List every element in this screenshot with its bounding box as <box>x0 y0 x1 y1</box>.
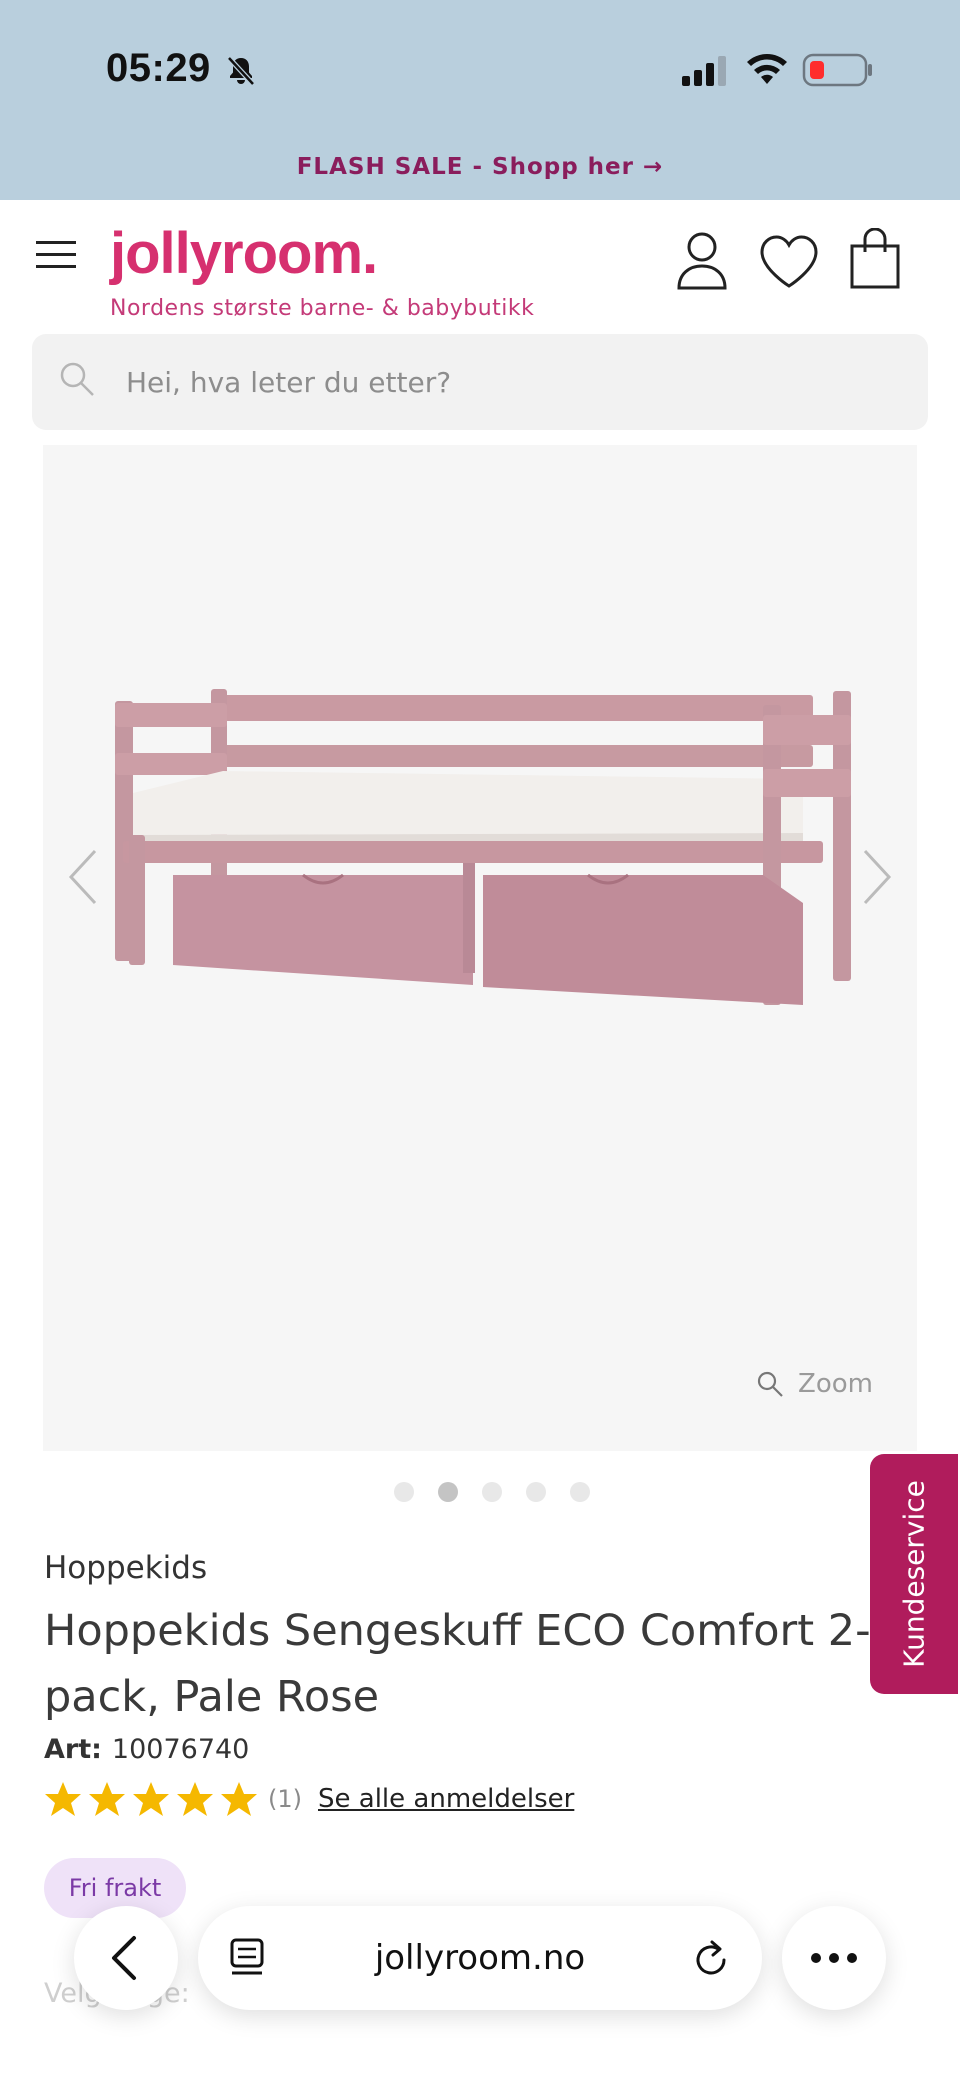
search-icon <box>60 362 94 396</box>
reload-icon[interactable] <box>692 1936 732 1980</box>
customer-service-label: Kundeservice <box>897 1480 931 1668</box>
star-icon <box>221 1782 257 1816</box>
address-bar[interactable]: jollyroom.no <box>198 1906 762 2010</box>
article-number-label: Art: <box>44 1734 102 1765</box>
product-image-gallery[interactable]: Zoom <box>43 445 917 1451</box>
star-icon <box>45 1782 81 1816</box>
signal-icon <box>682 56 726 86</box>
more-options-button[interactable] <box>782 1906 886 2010</box>
flash-sale-link[interactable]: FLASH SALE - Shopp her → <box>0 154 960 180</box>
rating-count: (1) <box>268 1785 302 1813</box>
rating-row: (1) Se alle anmeldelser <box>44 1780 574 1818</box>
star-icon <box>133 1782 169 1816</box>
status-time: 05:29 <box>106 46 211 90</box>
top-area: 05:29 FLASH SALE - Shopp her → <box>0 0 960 200</box>
shopping-bag-icon[interactable] <box>848 228 902 290</box>
gallery-dot[interactable] <box>482 1482 502 1502</box>
product-title: Hoppekids Sengeskuff ECO Comfort 2- pack… <box>44 1598 894 1730</box>
customer-service-tab[interactable]: Kundeservice <box>870 1454 958 1694</box>
gallery-dot-active[interactable] <box>438 1482 458 1502</box>
browser-back-button[interactable] <box>74 1906 178 2010</box>
wishlist-heart-icon[interactable] <box>758 234 820 290</box>
tagline: Nordens største barne- & babybutikk <box>110 296 535 321</box>
search-bar[interactable] <box>32 334 928 430</box>
all-reviews-link[interactable]: Se alle anmeldelser <box>318 1784 574 1814</box>
bell-muted-icon <box>227 56 255 86</box>
product-brand-link[interactable]: Hoppekids <box>44 1550 207 1586</box>
star-icon <box>89 1782 125 1816</box>
gallery-dot[interactable] <box>394 1482 414 1502</box>
gallery-dot[interactable] <box>526 1482 546 1502</box>
battery-icon <box>802 53 872 87</box>
jollyroom-logo[interactable]: jollyroom. <box>110 220 378 287</box>
star-icon <box>177 1782 213 1816</box>
zoom-label: Zoom <box>798 1369 873 1399</box>
gallery-pagination <box>394 1482 590 1502</box>
previous-image-arrow-icon[interactable] <box>63 845 103 909</box>
gallery-dot[interactable] <box>570 1482 590 1502</box>
url-text: jollyroom.no <box>374 1938 586 1978</box>
article-number-value: 10076740 <box>111 1734 250 1765</box>
chevron-left-icon <box>112 1936 136 1980</box>
account-icon[interactable] <box>676 230 728 290</box>
product-title-line-1: Hoppekids Sengeskuff ECO Comfort 2- <box>44 1606 871 1656</box>
next-image-arrow-icon[interactable] <box>857 845 897 909</box>
zoom-button[interactable]: Zoom <box>756 1369 873 1399</box>
article-number: Art: 10076740 <box>44 1734 249 1765</box>
search-input[interactable] <box>126 354 906 410</box>
ellipsis-icon <box>811 1953 857 1963</box>
product-title-line-2: pack, Pale Rose <box>44 1672 380 1722</box>
wifi-icon <box>747 54 787 84</box>
site-header: jollyroom. Nordens største barne- & baby… <box>0 200 960 330</box>
product-image-daybed <box>115 689 851 1005</box>
hamburger-menu-icon[interactable] <box>34 238 78 272</box>
magnifier-icon <box>757 1371 783 1397</box>
